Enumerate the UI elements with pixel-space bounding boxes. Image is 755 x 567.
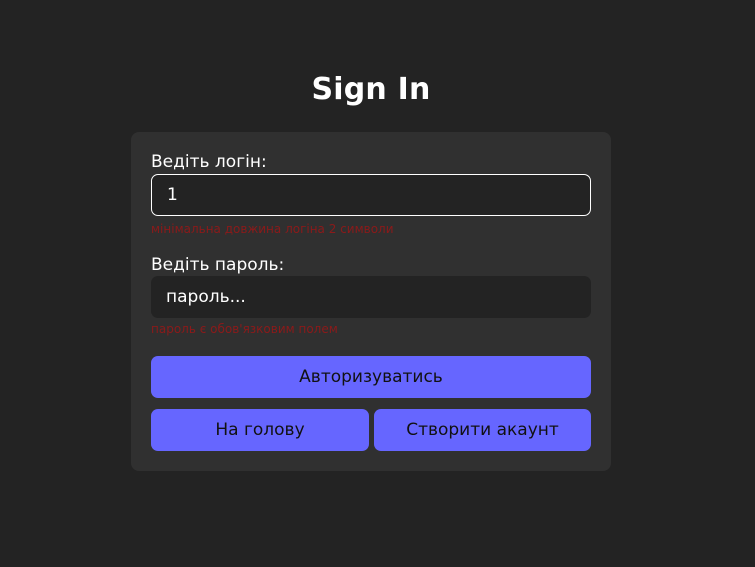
password-input[interactable] <box>151 276 591 318</box>
login-label: Ведіть логін: <box>151 152 267 172</box>
sign-in-card: Ведіть логін: мінімальна довжина логіна … <box>131 132 611 471</box>
login-button[interactable]: Авторизуватись <box>151 356 591 398</box>
sign-in-page: Sign In Ведіть логін: мінімальна довжина… <box>0 0 755 567</box>
create-account-button[interactable]: Створити акаунт <box>374 409 591 451</box>
login-error-message: мінімальна довжина логіна 2 символи <box>151 222 394 236</box>
login-input[interactable] <box>151 174 591 216</box>
password-error-message: пароль є обов'язковим полем <box>151 322 338 336</box>
page-title: Sign In <box>311 72 431 107</box>
password-label: Ведіть пароль: <box>151 255 285 275</box>
home-button[interactable]: На голову <box>151 409 369 451</box>
